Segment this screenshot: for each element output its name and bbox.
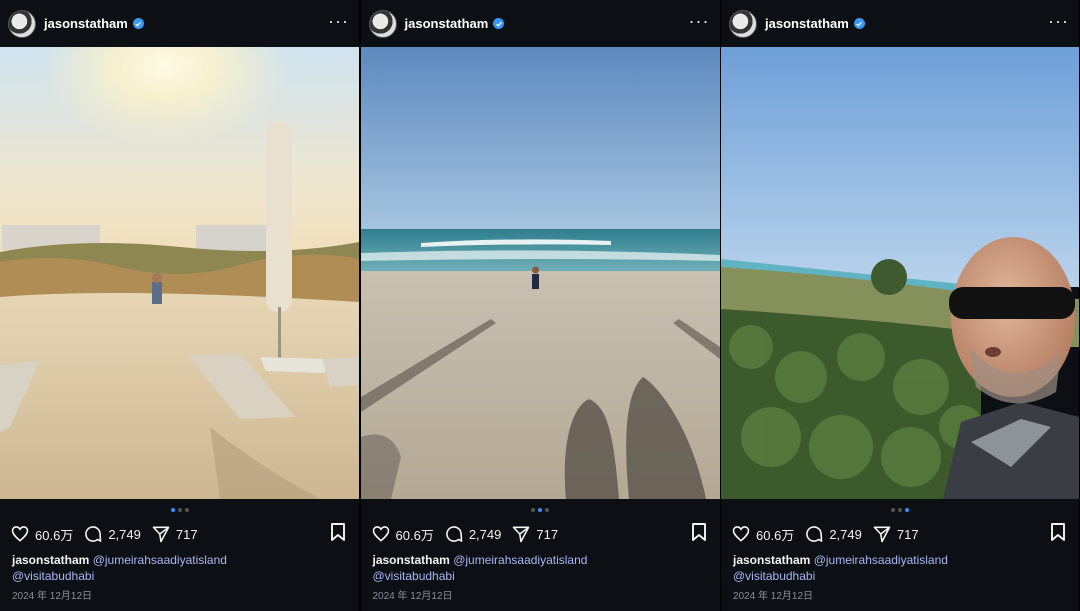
share-button[interactable]: 717 xyxy=(511,524,558,544)
mention-link[interactable]: @jumeirahsaadiyatisland xyxy=(93,553,227,567)
comment-button[interactable]: 2,749 xyxy=(804,524,862,544)
more-options-icon[interactable]: ··· xyxy=(689,12,710,36)
heart-icon xyxy=(372,526,389,542)
post-card-1: jasonstatham ··· 60.6万 2,749 717 jasonst… xyxy=(0,0,359,611)
username[interactable]: jasonstatham xyxy=(405,16,489,31)
carousel-dot xyxy=(545,508,549,512)
verified-badge-icon xyxy=(853,18,865,29)
avatar[interactable] xyxy=(729,9,757,38)
comment-icon xyxy=(806,526,823,542)
carousel-dot xyxy=(898,508,902,512)
share-icon xyxy=(513,526,530,543)
caption: jasonstatham @jumeirahsaadiyatisland @vi… xyxy=(721,547,1079,584)
post-image-shoreline-shadows[interactable] xyxy=(360,47,720,499)
caption-username[interactable]: jasonstatham xyxy=(733,553,810,567)
bookmark-icon xyxy=(1051,522,1065,541)
mention-link[interactable]: @visitabudhabi xyxy=(12,569,94,583)
post-feed: jasonstatham ··· 60.6万 2,749 717 jasonst… xyxy=(0,0,1080,611)
like-button[interactable]: 60.6万 xyxy=(371,524,434,544)
more-options-icon[interactable]: ··· xyxy=(328,12,349,36)
avatar[interactable] xyxy=(368,9,397,38)
comment-icon xyxy=(445,526,463,542)
more-options-icon[interactable]: ··· xyxy=(1048,12,1069,36)
comment-button[interactable]: 2,749 xyxy=(444,524,502,544)
avatar[interactable] xyxy=(8,9,36,38)
heart-icon xyxy=(11,526,29,542)
share-count: 717 xyxy=(536,526,559,542)
post-header: jasonstatham ··· xyxy=(361,0,720,47)
carousel-dot xyxy=(177,508,182,512)
username[interactable]: jasonstatham xyxy=(765,16,849,31)
mention-link[interactable]: @jumeirahsaadiyatisland xyxy=(453,553,587,567)
post-image-selfie-garden[interactable] xyxy=(721,47,1079,499)
caption-username[interactable]: jasonstatham xyxy=(373,553,450,567)
carousel-indicator xyxy=(721,499,1079,521)
action-bar: 60.6万 2,749 717 xyxy=(0,521,359,547)
caption-username[interactable]: jasonstatham xyxy=(12,553,89,567)
verified-badge-icon xyxy=(132,18,144,29)
carousel-dot xyxy=(184,508,189,512)
bookmark-icon xyxy=(331,522,345,541)
share-icon xyxy=(152,526,170,543)
bookmark-button[interactable] xyxy=(690,522,708,547)
post-date: 2024 年 12月12日 xyxy=(733,591,814,602)
action-bar: 60.6万 2,749 717 xyxy=(721,521,1079,547)
share-button[interactable]: 717 xyxy=(151,524,198,544)
carousel-dot xyxy=(531,508,535,512)
like-button[interactable]: 60.6万 xyxy=(731,524,794,544)
like-count: 60.6万 xyxy=(395,527,434,543)
share-count: 717 xyxy=(175,526,198,542)
heart-icon xyxy=(732,526,750,542)
caption: jasonstatham @jumeirahsaadiyatisland @vi… xyxy=(361,547,720,584)
comment-count: 2,749 xyxy=(468,526,502,542)
share-button[interactable]: 717 xyxy=(872,524,919,544)
bookmark-button[interactable] xyxy=(1049,522,1067,547)
comment-count: 2,749 xyxy=(108,526,141,542)
bookmark-icon xyxy=(691,522,706,541)
carousel-indicator xyxy=(361,499,720,521)
comment-count: 2,749 xyxy=(829,526,862,542)
caption: jasonstatham @jumeirahsaadiyatisland @vi… xyxy=(0,547,359,584)
post-date: 2024 年 12月12日 xyxy=(12,591,93,602)
mention-link[interactable]: @visitabudhabi xyxy=(373,569,455,583)
carousel-indicator xyxy=(0,499,359,521)
post-image-beach-dunes[interactable] xyxy=(0,47,359,499)
like-count: 60.6万 xyxy=(35,527,74,543)
like-button[interactable]: 60.6万 xyxy=(10,524,73,544)
comment-button[interactable]: 2,749 xyxy=(83,524,141,544)
carousel-dot xyxy=(170,508,175,512)
post-card-2: jasonstatham ··· 60.6万 2,749 717 jasonst… xyxy=(360,0,720,611)
post-header: jasonstatham ··· xyxy=(0,0,359,47)
like-count: 60.6万 xyxy=(756,527,795,543)
carousel-dot xyxy=(538,508,542,512)
share-count: 717 xyxy=(896,526,919,542)
bookmark-button[interactable] xyxy=(329,522,347,547)
carousel-dot xyxy=(905,508,909,512)
action-bar: 60.6万 2,749 717 xyxy=(361,521,720,547)
share-icon xyxy=(873,526,891,543)
username[interactable]: jasonstatham xyxy=(44,16,128,31)
comment-icon xyxy=(85,526,102,542)
carousel-dot xyxy=(891,508,895,512)
mention-link[interactable]: @visitabudhabi xyxy=(733,569,815,583)
post-card-3: jasonstatham ··· 60.6万 2,749 717 jasonst… xyxy=(721,0,1079,611)
verified-badge-icon xyxy=(493,18,505,29)
post-date: 2024 年 12月12日 xyxy=(372,591,453,602)
mention-link[interactable]: @jumeirahsaadiyatisland xyxy=(814,553,948,567)
post-header: jasonstatham ··· xyxy=(721,0,1079,47)
